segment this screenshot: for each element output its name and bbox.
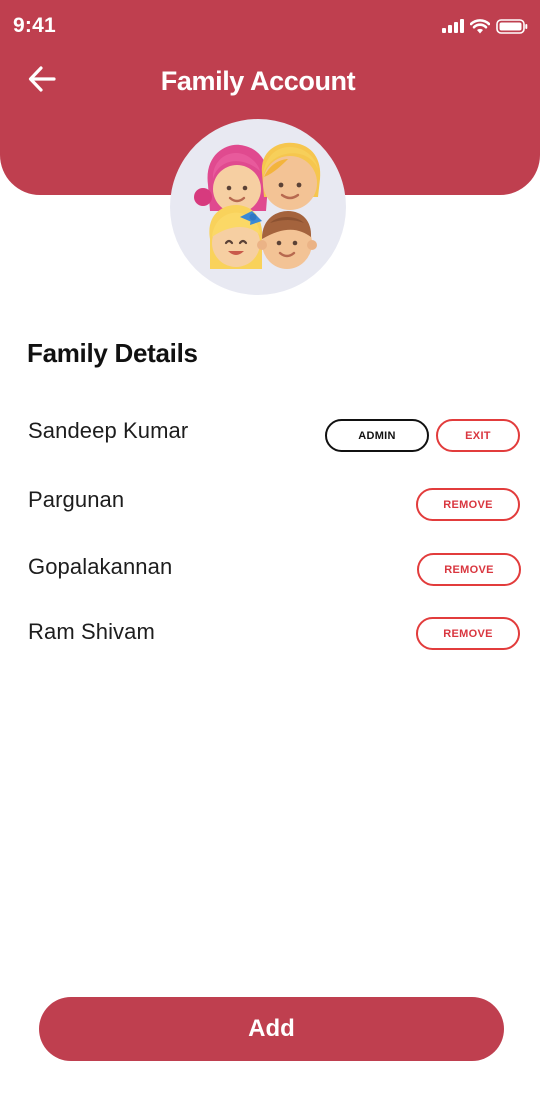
member-name: Pargunan bbox=[28, 487, 125, 512]
battery-icon bbox=[496, 18, 528, 34]
family-avatar-illustration bbox=[194, 142, 321, 269]
page-title: Family Account bbox=[160, 66, 356, 96]
member-name: Sandeep Kumar bbox=[28, 418, 189, 443]
add-member-button[interactable]: Add bbox=[39, 997, 504, 1061]
remove-button[interactable]: REMOVE bbox=[416, 488, 520, 521]
member-name: Gopalakannan bbox=[28, 554, 173, 579]
exit-button[interactable]: EXIT bbox=[436, 419, 520, 452]
signal-icon bbox=[442, 19, 464, 33]
remove-button[interactable]: REMOVE bbox=[416, 617, 520, 650]
status-time: 9:41 bbox=[13, 14, 56, 37]
member-row: Gopalakannan REMOVE bbox=[0, 552, 540, 592]
avatar[interactable] bbox=[170, 119, 346, 295]
member-row: Ram Shivam REMOVE bbox=[0, 617, 540, 657]
wifi-icon bbox=[470, 18, 490, 34]
status-bar: 9:41 bbox=[0, 0, 540, 52]
admin-badge-button[interactable]: ADMIN bbox=[325, 419, 429, 452]
member-row: Sandeep Kumar ADMIN EXIT bbox=[0, 416, 540, 456]
status-icons bbox=[442, 15, 528, 37]
section-title-family-details: Family Details bbox=[27, 338, 198, 368]
member-row: Pargunan REMOVE bbox=[0, 485, 540, 525]
member-name: Ram Shivam bbox=[28, 619, 155, 644]
remove-button[interactable]: REMOVE bbox=[417, 553, 521, 586]
